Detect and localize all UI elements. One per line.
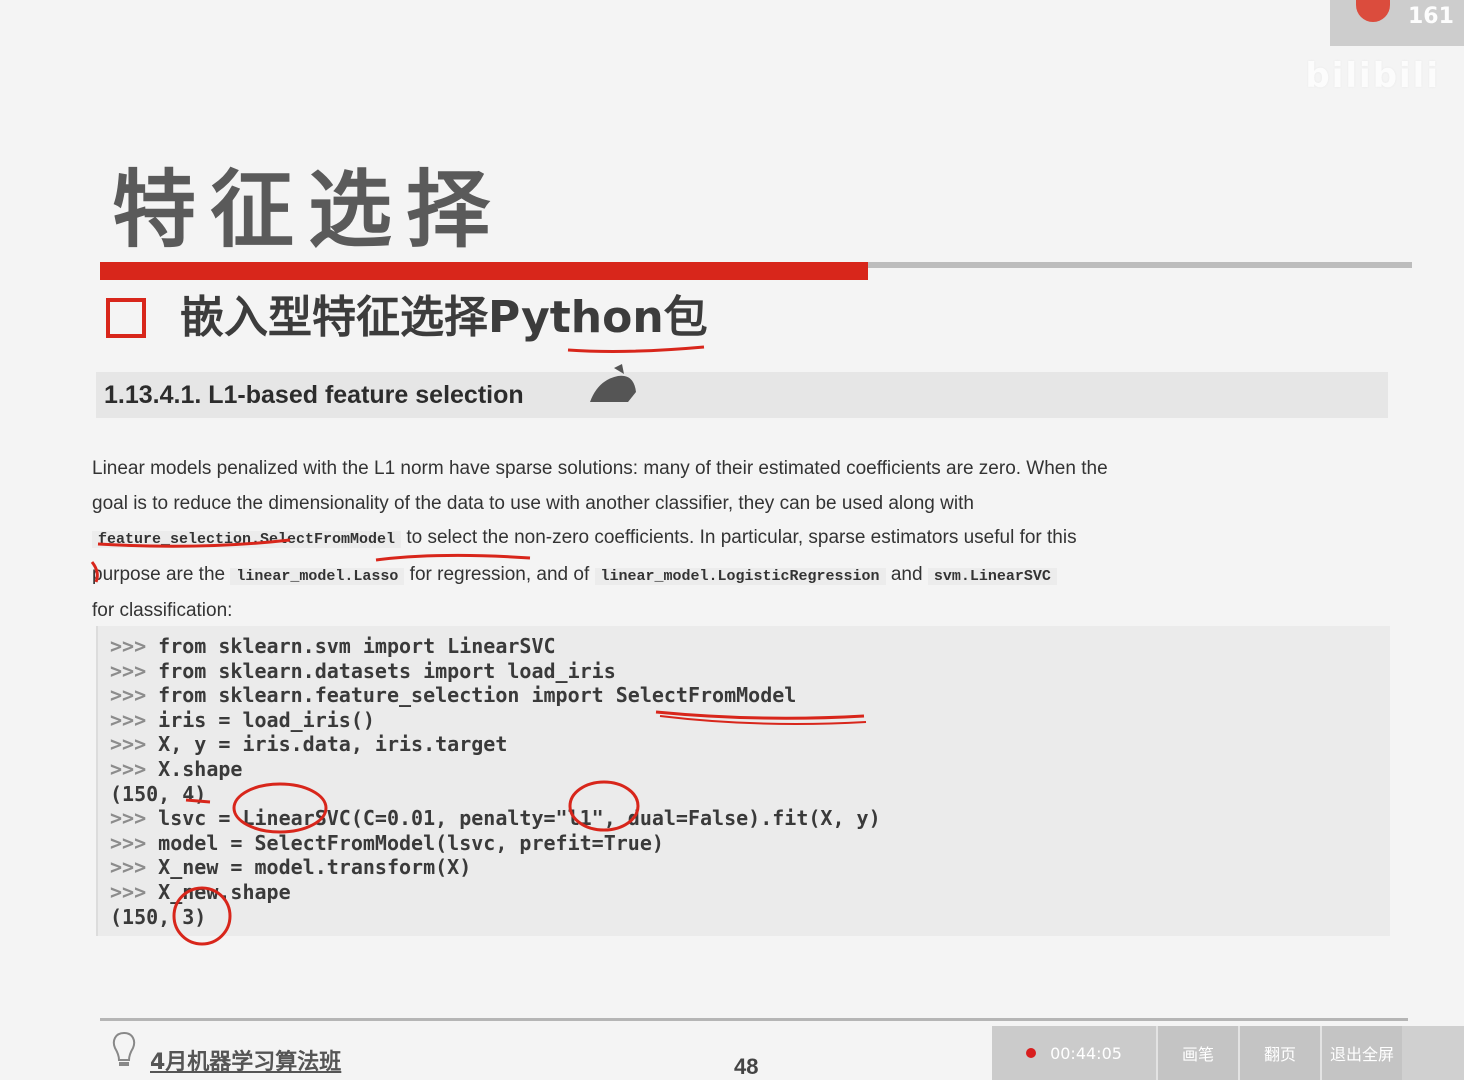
paragraph-line-1: Linear models penalized with the L1 norm… — [92, 458, 1108, 479]
paragraph: Linear models penalized with the L1 norm… — [92, 452, 1392, 629]
code-text: X_new = model.transform(X) — [158, 855, 472, 880]
paragraph-line-2: goal is to reduce the dimensionality of … — [92, 492, 974, 514]
paragraph-line-5: for classification: — [92, 600, 233, 621]
code-ref-logistic-regression[interactable]: linear_model.LogisticRegression — [594, 567, 886, 585]
code-text: X, y = iris.data, iris.target — [158, 732, 508, 757]
paragraph-line-4: purpose are the linear_model.Lasso for r… — [92, 558, 1392, 595]
code-line: >>> X_new.shape — [110, 880, 881, 905]
record-icon — [1026, 1048, 1037, 1058]
code-prompt: >>> — [110, 683, 159, 708]
code-line: (150, 3) — [110, 905, 881, 930]
bullet-square-icon — [106, 298, 146, 338]
code-line: >>> X, y = iris.data, iris.target — [110, 732, 881, 757]
code-line: >>> lsvc = LinearSVC(C=0.01, penalty="l1… — [110, 806, 881, 831]
code-prompt: >>> — [110, 830, 159, 855]
code-text: (150, 3) — [110, 904, 207, 929]
code-text: X.shape — [158, 756, 243, 781]
code-prompt: >>> — [110, 634, 159, 658]
code-text: model = SelectFromModel(lsvc, prefit=Tru… — [158, 830, 664, 855]
paragraph-text: purpose are the — [92, 563, 231, 585]
footer-divider — [100, 1018, 1408, 1021]
code-text: iris = load_iris() — [158, 707, 375, 732]
code-text: from sklearn.feature_selection import Se… — [158, 683, 797, 708]
pen-cursor-icon — [590, 364, 636, 402]
code-line: >>> from sklearn.feature_selection impor… — [110, 683, 881, 708]
code-line: >>> from sklearn.svm import LinearSVC — [110, 634, 881, 659]
code-text: from sklearn.datasets import load_iris — [158, 658, 616, 683]
code-prompt: >>> — [110, 855, 159, 880]
code-line: >>> X.shape — [110, 757, 881, 782]
player-badge: 161 — [1330, 0, 1464, 46]
footer-course-name: 4月机器学习算法班 — [150, 1050, 342, 1075]
slide-subtitle: 嵌入型特征选择Python包 — [180, 292, 708, 343]
slide: 161 bilibili 特征选择 嵌入型特征选择Python包 1.13.4.… — [0, 0, 1464, 1080]
player-control-bar: 00:44:05 画笔 翻页 退出全屏 — [992, 1026, 1464, 1080]
code-prompt: >>> — [110, 732, 159, 757]
code-prompt: >>> — [110, 806, 159, 831]
code-prompt: >>> — [110, 879, 159, 904]
code-line: >>> model = SelectFromModel(lsvc, prefit… — [110, 831, 881, 856]
code-prompt: >>> — [110, 756, 159, 781]
code-prompt: >>> — [110, 658, 159, 683]
exit-fullscreen-button[interactable]: 退出全屏 — [1320, 1026, 1402, 1080]
code-text: lsvc = LinearSVC(C=0.01, penalty="l1", d… — [158, 806, 881, 831]
lightbulb-icon — [112, 1031, 136, 1066]
code-line: (150, 4) — [110, 782, 881, 807]
title-accent-bar — [100, 262, 868, 280]
record-time: 00:44:05 — [1050, 1043, 1122, 1063]
code-ref-linear-svc[interactable]: svm.LinearSVC — [927, 567, 1057, 585]
code-ref-lasso[interactable]: linear_model.Lasso — [230, 567, 405, 585]
code-prompt: >>> — [110, 707, 159, 732]
record-timer[interactable]: 00:44:05 — [992, 1026, 1156, 1080]
code-ref-select-from-model[interactable]: feature_selection.SelectFromModel — [92, 531, 402, 548]
pen-button[interactable]: 画笔 — [1156, 1026, 1238, 1080]
paragraph-text: to select the non-zero coefficients. In … — [401, 527, 1077, 548]
slide-title: 特征选择 — [112, 160, 505, 259]
code-text: (150, 4) — [110, 781, 207, 806]
watermark: bilibili — [1305, 56, 1440, 96]
code-text: from sklearn.svm import LinearSVC — [158, 634, 556, 658]
paragraph-text: for regression, and of — [404, 563, 595, 585]
page-turn-button[interactable]: 翻页 — [1238, 1026, 1320, 1080]
code-line: >>> from sklearn.datasets import load_ir… — [110, 659, 881, 684]
logo-icon — [1356, 0, 1390, 22]
code-line: >>> X_new = model.transform(X) — [110, 855, 881, 880]
code-line: >>> iris = load_iris() — [110, 708, 881, 733]
badge-number: 161 — [1408, 4, 1454, 29]
code-text: X_new.shape — [158, 879, 291, 904]
paragraph-text: and — [885, 563, 928, 585]
paragraph-line-3: feature_selection.SelectFromModel to sel… — [92, 521, 1392, 558]
pen-underline-annotation — [567, 345, 705, 353]
code-listing: >>> from sklearn.svm import LinearSVC >>>… — [110, 634, 881, 929]
page-number: 48 — [734, 1054, 759, 1079]
section-heading: 1.13.4.1. L1-based feature selection — [104, 381, 524, 409]
